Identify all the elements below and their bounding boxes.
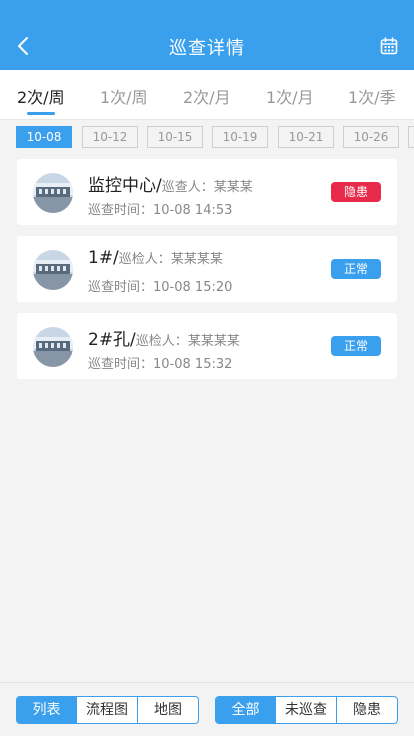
view-tab-map[interactable]: 地图: [138, 697, 198, 723]
record-time: 10-08 15:32: [153, 357, 233, 372]
record-role-label: 巡检人：: [118, 252, 171, 267]
date-chip[interactable]: 10-08: [16, 126, 72, 148]
record-person: 某某某: [213, 180, 253, 195]
tab-freq-4[interactable]: 1次/月: [266, 84, 314, 108]
record-location: 监控中心/: [88, 176, 162, 196]
record-person: 某某某某: [170, 252, 223, 267]
tab-freq-1[interactable]: 2次/周: [17, 84, 65, 108]
view-mode-selector: 列表 流程图 地图: [16, 696, 199, 724]
top-bar: 巡查详情: [0, 0, 414, 70]
record-time-label: 巡查时间：: [88, 203, 154, 218]
record-location: 2#孔/: [88, 330, 136, 350]
calendar-icon[interactable]: [380, 37, 398, 55]
status-filter-selector: 全部 未巡查 隐患: [215, 696, 398, 724]
record-time: 10-08 15:20: [153, 280, 233, 295]
status-badge: 正常: [331, 336, 381, 356]
tab-freq-3[interactable]: 2次/月: [183, 84, 231, 108]
date-chip[interactable]: 10-21: [278, 126, 334, 148]
tab-freq-5[interactable]: 1次/季: [348, 84, 396, 108]
date-selector: 10-08 10-12 10-15 10-19 10-21 10-26: [0, 120, 414, 156]
filter-tab-hazard[interactable]: 隐患: [337, 697, 397, 723]
record-location: 1#/: [88, 248, 119, 268]
status-badge: 隐患: [331, 182, 381, 202]
record-card[interactable]: 1#/巡检人：某某某某 巡查时间：10-08 15:20 正常: [17, 236, 397, 302]
record-time: 10-08 14:53: [153, 203, 233, 218]
filter-tab-all[interactable]: 全部: [216, 697, 276, 723]
date-chip[interactable]: 10-15: [147, 126, 203, 148]
record-card[interactable]: 2#孔/巡检人：某某某某 巡查时间：10-08 15:32 正常: [17, 313, 397, 379]
active-tab-indicator: [27, 112, 55, 115]
bottom-toolbar: 列表 流程图 地图 全部 未巡查 隐患: [0, 682, 414, 736]
site-photo-avatar: [33, 250, 73, 290]
record-role-label: 巡查人：: [161, 180, 214, 195]
date-chip[interactable]: 10-19: [212, 126, 268, 148]
filter-tab-unchecked[interactable]: 未巡查: [276, 697, 337, 723]
page-title: 巡查详情: [169, 38, 245, 59]
site-photo-avatar: [33, 173, 73, 213]
site-photo-avatar: [33, 327, 73, 367]
date-chip[interactable]: 10-12: [82, 126, 138, 148]
record-card[interactable]: 监控中心/巡查人：某某某 巡查时间：10-08 14:53 隐患: [17, 159, 397, 225]
date-chip-overflow[interactable]: [408, 126, 414, 148]
tab-freq-2[interactable]: 1次/周: [100, 84, 148, 108]
record-role-label: 巡检人：: [135, 334, 188, 349]
date-chip[interactable]: 10-26: [343, 126, 399, 148]
frequency-tabs: 2次/周 1次/周 2次/月 1次/月 1次/季: [0, 70, 414, 120]
status-badge: 正常: [331, 259, 381, 279]
record-time-label: 巡查时间：: [88, 280, 154, 295]
record-time-label: 巡查时间：: [88, 357, 154, 372]
view-tab-list[interactable]: 列表: [17, 697, 77, 723]
view-tab-flowchart[interactable]: 流程图: [77, 697, 138, 723]
record-person: 某某某某: [187, 334, 240, 349]
